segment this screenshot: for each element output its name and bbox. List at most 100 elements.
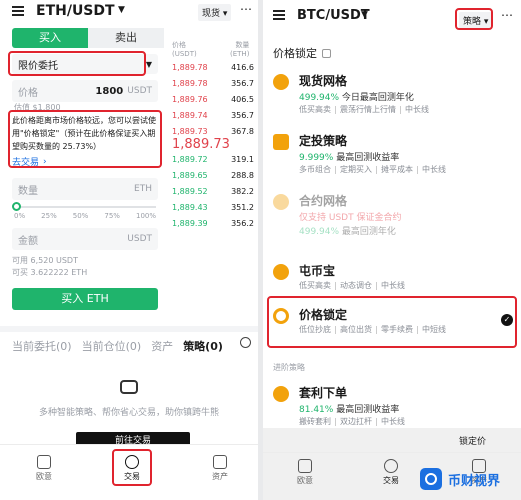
bid-price: 1,889.52	[172, 187, 208, 196]
strategy-tag: 摊平成本	[381, 165, 413, 174]
tab-positions[interactable]: 当前仓位(0)	[82, 338, 142, 354]
strategy-tag: 低买高卖	[299, 281, 331, 290]
price-source-select[interactable]: 现货 ▾	[198, 4, 232, 21]
nav-home[interactable]: 欧意	[285, 459, 325, 486]
highlight-order-type	[8, 51, 146, 76]
pair-title[interactable]: ETH/USDT	[36, 3, 115, 19]
nav-label: 交易	[383, 476, 399, 485]
price-field[interactable]: 价格 1800 USDT	[12, 80, 158, 102]
lock-price-label: 锁定价	[459, 437, 487, 447]
slider-marks: 0% 25% 50% 75% 100%	[14, 212, 156, 220]
strategy-tag: 震荡行情上行情	[340, 105, 396, 114]
ask-price: 1,889.74	[172, 111, 208, 120]
bid-row[interactable]: 1,889.52 382.2	[172, 184, 254, 200]
strategy-tag: 定期买入	[340, 165, 372, 174]
bid-row[interactable]: 1,889.72 319.1	[172, 152, 254, 168]
ask-list: 1,889.78 416.6 1,889.78 356.7 1,889.76 406.…	[172, 60, 254, 140]
tab-current-orders[interactable]: 当前委托(0)	[12, 338, 72, 354]
chevron-down-icon[interactable]: ▼	[361, 10, 368, 20]
amount-field[interactable]: 金额 USDT	[12, 228, 158, 250]
order-tabs: 当前委托(0) 当前仓位(0) 资产 策略(0)	[12, 338, 223, 354]
bid-price: 1,889.39	[172, 219, 208, 228]
tab-assets[interactable]: 资产	[151, 338, 173, 354]
section-header: 价格锁定	[273, 45, 331, 61]
tab-strategies[interactable]: 策略(0)	[183, 338, 223, 354]
strategy-tag: 动态调仓	[340, 281, 372, 290]
grid-icon	[273, 194, 289, 210]
chevron-down-icon: ▼	[145, 59, 152, 69]
ask-row[interactable]: 1,889.76 406.5	[172, 92, 254, 108]
bid-row[interactable]: 1,889.39 356.2	[172, 216, 254, 232]
ask-qty: 356.7	[231, 111, 254, 120]
strategy-stat: 499.94%	[299, 93, 340, 103]
wallet-icon	[213, 455, 227, 469]
strategy-title: 现货网格	[299, 74, 348, 88]
strategy-title: 定投策略	[299, 134, 348, 148]
tab-sell[interactable]: 卖出	[88, 28, 164, 48]
strategy-stat-label: 最高回测收益率	[336, 405, 400, 415]
menu-icon[interactable]	[12, 6, 24, 16]
bid-row[interactable]: 1,889.43 351.2	[172, 200, 254, 216]
bid-price: 1,889.65	[172, 171, 208, 180]
ask-qty: 356.7	[231, 79, 254, 88]
buy-eth-button[interactable]: 买入 ETH	[12, 288, 158, 310]
bid-price: 1,889.43	[172, 203, 208, 212]
nav-assets[interactable]: 资产	[200, 455, 240, 482]
bid-list: 1,889.72 319.1 1,889.65 288.8 1,889.52 382.…	[172, 152, 254, 232]
strategy-title: 屯币宝	[299, 264, 336, 278]
bid-qty: 288.8	[231, 171, 254, 180]
price-unit: USDT	[127, 86, 152, 96]
quantity-unit: ETH	[134, 184, 152, 194]
bid-price: 1,889.72	[172, 155, 208, 164]
slider-mark: 25%	[41, 212, 57, 220]
home-icon	[37, 455, 51, 469]
coin-icon	[273, 264, 289, 280]
section-divider	[0, 326, 258, 332]
tab-buy[interactable]: 买入	[12, 28, 88, 48]
grid-icon	[273, 74, 289, 90]
nav-home[interactable]: 欧意	[24, 455, 64, 482]
strategy-stat-label: 最高回测收益率	[336, 153, 400, 163]
slider-mark: 75%	[104, 212, 120, 220]
pair-title[interactable]: BTC/USDT	[297, 8, 370, 23]
strategy-tag: 中长线	[405, 105, 429, 114]
strategy-tag: 499.94%	[299, 227, 340, 237]
amount-unit: USDT	[127, 234, 152, 244]
nav-label: 欧意	[36, 472, 52, 481]
ask-row[interactable]: 1,889.74 356.7	[172, 108, 254, 124]
highlight-warning	[8, 110, 162, 168]
bid-qty: 382.2	[231, 187, 254, 196]
ask-row[interactable]: 1,889.78 356.7	[172, 76, 254, 92]
watermark: 币财视界	[420, 464, 518, 494]
empty-state-text: 多种智能策略、帮你省心交易，助你镇跨牛熊	[38, 408, 219, 418]
highlight-strategy-btn	[455, 8, 493, 30]
slider-handle[interactable]	[12, 202, 21, 211]
watermark-logo-icon	[420, 468, 442, 490]
strategy-tag: 多币组合	[299, 165, 331, 174]
ask-qty: 367.8	[231, 127, 254, 136]
left-phone-screen: ETH/USDT ▼ 现货 ▾ ⋯ 买入 卖出 限价委托 ▼ 价格 1800 U…	[0, 0, 258, 500]
highlight-price-lock	[267, 296, 517, 348]
price-value: 1800	[95, 85, 124, 97]
info-icon[interactable]	[322, 48, 331, 58]
nav-label: 资产	[212, 472, 228, 481]
quantity-field[interactable]: 数量 ETH	[12, 178, 158, 200]
chevron-down-icon[interactable]: ▼	[118, 5, 125, 15]
clock-icon[interactable]	[240, 337, 251, 348]
price-label: 价格	[18, 87, 38, 99]
amount-slider[interactable]	[14, 206, 156, 208]
arbitrage-icon	[273, 386, 289, 402]
ask-row[interactable]: 1,889.78 416.6	[172, 60, 254, 76]
home-icon	[298, 459, 312, 473]
calendar-icon	[273, 134, 289, 150]
advanced-label: 进阶策略	[273, 363, 305, 372]
more-icon[interactable]: ⋯	[240, 2, 252, 16]
strategy-title: 合约网格	[299, 194, 348, 208]
trade-icon	[384, 459, 398, 473]
bid-row[interactable]: 1,889.65 288.8	[172, 168, 254, 184]
nav-trade[interactable]: 交易	[371, 459, 411, 486]
ask-qty: 406.5	[231, 95, 254, 104]
quantity-label: 数量	[18, 185, 38, 197]
more-icon[interactable]: ⋯	[501, 8, 513, 22]
menu-icon[interactable]	[273, 10, 285, 20]
